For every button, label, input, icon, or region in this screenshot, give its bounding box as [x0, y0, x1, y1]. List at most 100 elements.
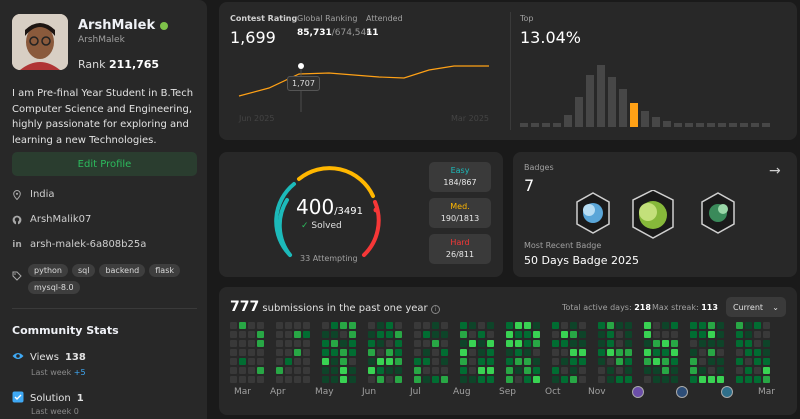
- heatmap-cell[interactable]: [745, 376, 752, 383]
- heatmap-cell[interactable]: [257, 367, 264, 374]
- heatmap-cell[interactable]: [248, 358, 255, 365]
- avatar[interactable]: [12, 14, 68, 70]
- heatmap-cell[interactable]: [377, 376, 384, 383]
- heatmap-cell[interactable]: [754, 367, 761, 374]
- heatmap-cell[interactable]: [460, 376, 467, 383]
- heatmap-cell[interactable]: [699, 367, 706, 374]
- heatmap-cell[interactable]: [487, 376, 494, 383]
- heatmap-cell[interactable]: [349, 358, 356, 365]
- heatmap-cell[interactable]: [487, 367, 494, 374]
- heatmap-cell[interactable]: [515, 349, 522, 356]
- heatmap-cell[interactable]: [414, 358, 421, 365]
- heatmap-cell[interactable]: [561, 367, 568, 374]
- heatmap-cell[interactable]: [322, 376, 329, 383]
- heatmap-cell[interactable]: [303, 349, 310, 356]
- heatmap-cell[interactable]: [322, 340, 329, 347]
- heatmap-cell[interactable]: [423, 376, 430, 383]
- edit-profile-button[interactable]: Edit Profile: [12, 152, 197, 176]
- heatmap-cell[interactable]: [441, 349, 448, 356]
- heatmap-cell[interactable]: [349, 367, 356, 374]
- heatmap-cell[interactable]: [598, 349, 605, 356]
- heatmap-cell[interactable]: [625, 358, 632, 365]
- heatmap-cell[interactable]: [322, 367, 329, 374]
- heatmap-cell[interactable]: [598, 367, 605, 374]
- heatmap-cell[interactable]: [690, 331, 697, 338]
- heatmap-cell[interactable]: [331, 376, 338, 383]
- heatmap-cell[interactable]: [257, 322, 264, 329]
- heatmap-cell[interactable]: [248, 367, 255, 374]
- heatmap-cell[interactable]: [257, 358, 264, 365]
- heatmap-cell[interactable]: [414, 376, 421, 383]
- heatmap-cell[interactable]: [239, 349, 246, 356]
- heatmap-cell[interactable]: [579, 322, 586, 329]
- heatmap-cell[interactable]: [423, 367, 430, 374]
- heatmap-cell[interactable]: [386, 349, 393, 356]
- heatmap-cell[interactable]: [653, 331, 660, 338]
- heatmap-cell[interactable]: [340, 322, 347, 329]
- heatmap-cell[interactable]: [644, 322, 651, 329]
- heatmap-cell[interactable]: [368, 376, 375, 383]
- heatmap-cell[interactable]: [763, 331, 770, 338]
- heatmap-cell[interactable]: [469, 322, 476, 329]
- heatmap-cell[interactable]: [524, 349, 531, 356]
- heatmap-cell[interactable]: [368, 340, 375, 347]
- heatmap-cell[interactable]: [515, 340, 522, 347]
- heatmap-cell[interactable]: [257, 340, 264, 347]
- linkedin-row[interactable]: in arsh-malek-6a808b25a: [12, 239, 146, 250]
- heatmap-cell[interactable]: [469, 358, 476, 365]
- heatmap-cell[interactable]: [395, 349, 402, 356]
- heatmap-cell[interactable]: [340, 376, 347, 383]
- heatmap-cell[interactable]: [570, 331, 577, 338]
- heatmap-cell[interactable]: [386, 340, 393, 347]
- heatmap-cell[interactable]: [276, 349, 283, 356]
- heatmap-cell[interactable]: [331, 367, 338, 374]
- heatmap-cell[interactable]: [340, 358, 347, 365]
- heatmap-cell[interactable]: [671, 340, 678, 347]
- heatmap-cell[interactable]: [736, 376, 743, 383]
- heatmap-cell[interactable]: [469, 349, 476, 356]
- skill-tag[interactable]: python: [28, 264, 68, 277]
- heatmap-cell[interactable]: [239, 322, 246, 329]
- heatmap-cell[interactable]: [423, 358, 430, 365]
- heatmap-cell[interactable]: [432, 340, 439, 347]
- heatmap-cell[interactable]: [377, 349, 384, 356]
- heatmap-cell[interactable]: [368, 331, 375, 338]
- heatmap-cell[interactable]: [414, 322, 421, 329]
- heatmap-cell[interactable]: [395, 358, 402, 365]
- heatmap-cell[interactable]: [460, 367, 467, 374]
- heatmap-cell[interactable]: [708, 358, 715, 365]
- heatmap-cell[interactable]: [515, 367, 522, 374]
- heatmap-cell[interactable]: [533, 358, 540, 365]
- heatmap-cell[interactable]: [423, 322, 430, 329]
- heatmap-cell[interactable]: [616, 376, 623, 383]
- heatmap-cell[interactable]: [441, 322, 448, 329]
- heatmap-cell[interactable]: [331, 358, 338, 365]
- heatmap-cell[interactable]: [653, 367, 660, 374]
- heatmap-cell[interactable]: [322, 322, 329, 329]
- heatmap-cell[interactable]: [478, 331, 485, 338]
- heatmap-cell[interactable]: [763, 367, 770, 374]
- heatmap-cell[interactable]: [579, 340, 586, 347]
- heatmap-cell[interactable]: [736, 358, 743, 365]
- heatmap-cell[interactable]: [644, 340, 651, 347]
- heatmap-cell[interactable]: [349, 340, 356, 347]
- heatmap-cell[interactable]: [506, 358, 513, 365]
- heatmap-cell[interactable]: [736, 340, 743, 347]
- heatmap-cell[interactable]: [285, 358, 292, 365]
- heatmap-cell[interactable]: [469, 376, 476, 383]
- heatmap-cell[interactable]: [616, 322, 623, 329]
- heatmap-cell[interactable]: [368, 322, 375, 329]
- heatmap-cell[interactable]: [662, 340, 669, 347]
- arrow-right-icon[interactable]: →: [769, 163, 781, 179]
- heatmap-cell[interactable]: [644, 376, 651, 383]
- medium-stat[interactable]: Med. 190/1813: [429, 198, 491, 228]
- heatmap-cell[interactable]: [671, 358, 678, 365]
- heatmap-cell[interactable]: [717, 331, 724, 338]
- heatmap-cell[interactable]: [377, 331, 384, 338]
- heatmap-cell[interactable]: [506, 349, 513, 356]
- heatmap-cell[interactable]: [625, 349, 632, 356]
- heatmap-cell[interactable]: [579, 376, 586, 383]
- heatmap-cell[interactable]: [285, 340, 292, 347]
- skill-tag[interactable]: sql: [71, 264, 96, 277]
- heatmap-cell[interactable]: [248, 340, 255, 347]
